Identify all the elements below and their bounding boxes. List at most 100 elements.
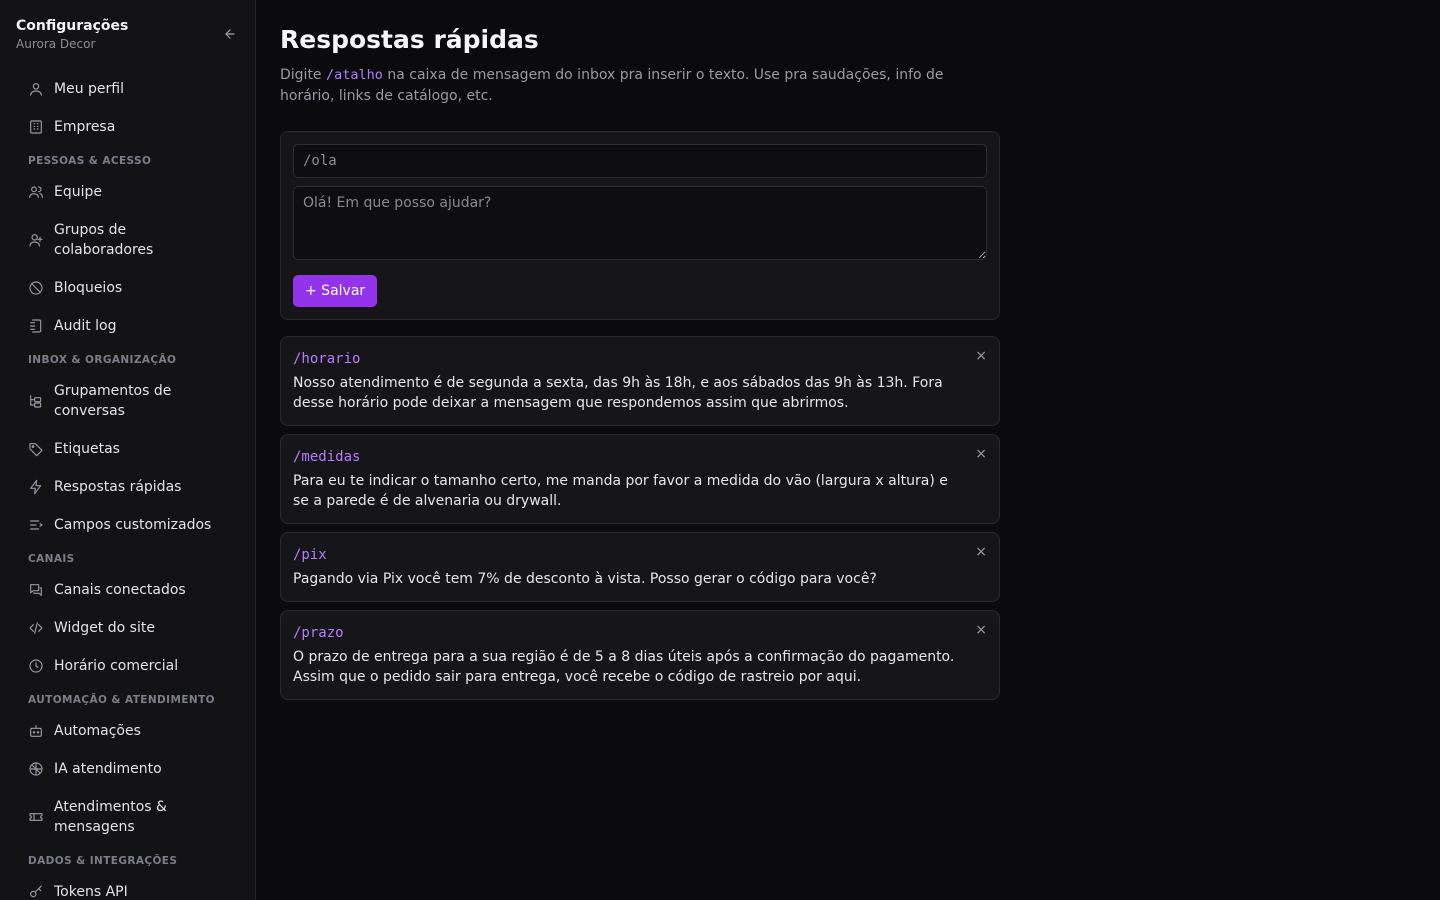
ban-icon-wrap — [28, 280, 44, 296]
reply-text: Para eu te indicar o tamanho certo, me m… — [293, 473, 948, 509]
nav-section-label: INBOX & ORGANIZAÇÃO — [28, 354, 177, 366]
desc-before: Digite — [280, 67, 326, 83]
sidebar-subtitle: Aurora Decor — [16, 37, 96, 51]
replies-list: /horario Nosso atendimento é de segunda a… — [280, 336, 1416, 700]
sidebar-item-campos[interactable]: Campos customizados — [12, 506, 243, 544]
code-icon — [29, 622, 43, 634]
tree-icon — [30, 395, 42, 408]
users-icon-wrap — [28, 184, 44, 200]
clock-icon-wrap — [28, 658, 44, 674]
shortcut-input[interactable] — [293, 144, 987, 178]
reply-shortcut: /medidas — [293, 449, 361, 465]
reply-shortcut: /horario — [293, 351, 361, 367]
sidebar-item-grupamentos[interactable]: Grupamentos de conversas — [12, 372, 243, 430]
sidebar-item-empresa[interactable]: Empresa — [12, 108, 243, 146]
bot-icon-wrap — [28, 723, 44, 739]
sidebar-title: Configurações — [16, 18, 129, 34]
nav-section-label: CANAIS — [28, 553, 75, 565]
zap-icon — [30, 479, 42, 495]
log-icon — [30, 319, 42, 333]
sidebar-item-label: Etiquetas — [54, 441, 120, 457]
list-icon-wrap — [28, 517, 44, 533]
users-icon — [29, 186, 43, 198]
collapse-sidebar-button[interactable] — [221, 25, 239, 43]
tree-icon-wrap — [28, 393, 44, 409]
chat-icon-wrap — [28, 582, 44, 598]
user-icon-wrap — [28, 81, 44, 97]
sidebar-item-horario[interactable]: Horário comercial — [12, 647, 243, 685]
sidebar-item-label: IA atendimento — [54, 761, 162, 777]
delete-reply-button[interactable]: × — [975, 447, 987, 461]
sidebar-item-label: Campos customizados — [54, 517, 212, 533]
delete-reply-button[interactable]: × — [975, 545, 987, 559]
quick-reply-card: /medidas Para eu te indicar o tamanho cer… — [280, 434, 1000, 524]
sidebar-item-meu-perfil[interactable]: Meu perfil — [12, 70, 243, 108]
tag-icon — [29, 443, 43, 457]
sidebar-item-label: Respostas rápidas — [54, 479, 182, 495]
nav-section-label: DADOS & INTEGRAÇÕES — [28, 855, 178, 867]
brain-icon-wrap — [28, 761, 44, 777]
bot-icon — [30, 725, 42, 737]
reply-text: O prazo de entrega para a sua região é d… — [293, 649, 955, 685]
chat-icon — [30, 584, 42, 596]
ticket-icon — [29, 813, 43, 821]
reply-text-input[interactable] — [293, 186, 987, 260]
sidebar-item-equipe[interactable]: Equipe — [12, 173, 243, 211]
reply-shortcut: /pix — [293, 547, 327, 563]
main-content: Respostas rápidas Digite /atalho na caix… — [256, 0, 1440, 900]
user-icon — [30, 83, 42, 96]
quick-reply-card: /horario Nosso atendimento é de segunda a… — [280, 336, 1000, 426]
brain-icon — [29, 762, 43, 776]
sidebar-item-label: Meu perfil — [54, 81, 124, 97]
reply-text: Nosso atendimento é de segunda a sexta, … — [293, 375, 943, 411]
sidebar-item-atendimentos[interactable]: Atendimentos & mensagens — [12, 788, 243, 846]
nav-section-label: PESSOAS & ACESSO — [28, 155, 152, 167]
sidebar-item-label: Automações — [54, 723, 141, 739]
quick-reply-card: /pix Pagando via Pix você tem 7% de desco… — [280, 532, 1000, 602]
sidebar-item-label: Audit log — [54, 318, 117, 334]
sidebar-item-label: Grupos de colaboradores — [54, 222, 154, 258]
sidebar-header: Configurações Aurora Decor — [0, 0, 255, 70]
reply-text: Pagando via Pix você tem 7% de desconto … — [293, 571, 877, 587]
sidebar-item-label: Canais conectados — [54, 582, 186, 598]
sidebar-item-etiquetas[interactable]: Etiquetas — [12, 430, 243, 468]
delete-reply-button[interactable]: × — [975, 349, 987, 363]
key-icon-wrap — [28, 884, 44, 900]
list-icon — [30, 520, 43, 530]
building-icon — [30, 120, 42, 134]
desc-shortcut-code: /atalho — [326, 67, 383, 83]
nav-section-label: AUTOMAÇÃO & ATENDIMENTO — [28, 694, 215, 706]
tag-icon-wrap — [28, 441, 44, 457]
ban-icon — [29, 281, 43, 295]
sidebar-item-respostas-rapidas[interactable]: Respostas rápidas — [12, 468, 243, 506]
app: Configurações Aurora Decor Meu perfil Emp… — [0, 0, 1440, 900]
settings-sidebar: Configurações Aurora Decor Meu perfil Emp… — [0, 0, 256, 900]
sidebar-item-label: Atendimentos & mensagens — [54, 799, 167, 835]
quick-reply-card: /prazo O prazo de entrega para a sua regi… — [280, 610, 1000, 700]
sidebar-item-canais[interactable]: Canais conectados — [12, 571, 243, 609]
reply-shortcut: /prazo — [293, 625, 344, 641]
sidebar-item-widget[interactable]: Widget do site — [12, 609, 243, 647]
user-group-icon-wrap — [28, 232, 44, 248]
page-description: Digite /atalho na caixa de mensagem do i… — [280, 65, 980, 107]
sidebar-item-tokens[interactable]: Tokens API — [12, 873, 243, 900]
sidebar-item-ia[interactable]: IA atendimento — [12, 750, 243, 788]
sidebar-item-label: Equipe — [54, 184, 102, 200]
sidebar-item-label: Tokens API — [54, 884, 128, 900]
delete-reply-button[interactable]: × — [975, 623, 987, 637]
clock-icon — [29, 659, 43, 673]
sidebar-item-bloqueios[interactable]: Bloqueios — [12, 269, 243, 307]
sidebar-item-label: Grupamentos de conversas — [54, 383, 172, 419]
sidebar-nav: Meu perfil Empresa PESSOAS & ACESSO Equipe G… — [0, 70, 255, 900]
sidebar-item-grupos[interactable]: Grupos de colaboradores — [12, 211, 243, 269]
new-reply-form: + Salvar — [280, 131, 1000, 320]
key-icon — [30, 885, 42, 898]
sidebar-item-audit-log[interactable]: Audit log — [12, 307, 243, 345]
page-title: Respostas rápidas — [280, 25, 539, 54]
sidebar-item-label: Horário comercial — [54, 658, 179, 674]
save-button[interactable]: + Salvar — [293, 275, 378, 307]
sidebar-item-label: Empresa — [54, 119, 116, 135]
sidebar-item-label: Widget do site — [54, 620, 155, 636]
zap-icon-wrap — [28, 479, 44, 495]
sidebar-item-automacoes[interactable]: Automações — [12, 712, 243, 750]
